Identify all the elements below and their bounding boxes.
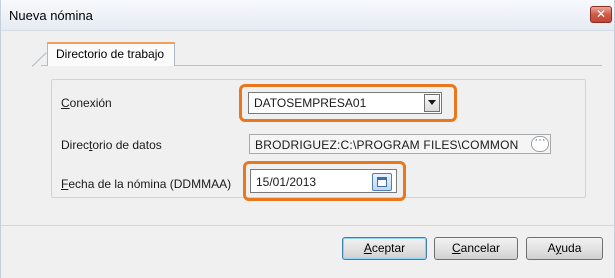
calendar-icon[interactable] <box>372 173 392 191</box>
ellipsis-icon: ··· <box>534 134 546 146</box>
tab-label: Directorio de trabajo <box>56 47 165 61</box>
footer-separator <box>1 225 614 226</box>
payroll-date-label: Fecha de la nómina (DDMMAA) <box>61 177 232 191</box>
data-directory-field[interactable]: BRODRIGUEZ:C:\PROGRAM FILES\COMMON ··· <box>249 134 551 154</box>
connection-value: DATOSEMPRESA01 <box>254 96 367 110</box>
calendar-page <box>377 177 387 187</box>
tab-strip: Directorio de trabajo <box>1 30 614 67</box>
connection-select[interactable]: DATOSEMPRESA01 <box>248 92 442 114</box>
help-button[interactable]: Ayuda <box>526 237 603 260</box>
cancel-button[interactable]: Cancelar <box>434 237 518 260</box>
tab-directorio-de-trabajo[interactable]: Directorio de trabajo <box>47 42 175 66</box>
data-directory-label: Directorio de datos <box>61 138 162 152</box>
payroll-date-value: 15/01/2013 <box>256 175 317 189</box>
close-button[interactable]: ✕ <box>590 6 612 23</box>
dialog-window: Nueva nómina ✕ Directorio de trabajo Con… <box>0 0 615 278</box>
close-icon: ✕ <box>595 7 607 21</box>
accept-button[interactable]: Aceptar <box>342 237 427 260</box>
data-directory-value: BRODRIGUEZ:C:\PROGRAM FILES\COMMON <box>255 138 519 152</box>
payroll-date-input[interactable]: 15/01/2013 <box>250 169 397 193</box>
title-bar: Nueva nómina ✕ <box>1 0 614 31</box>
chevron-down-icon[interactable] <box>424 94 440 112</box>
window-title: Nueva nómina <box>9 8 93 23</box>
tab-panel: Conexión DATOSEMPRESA01 Directorio de da… <box>41 66 607 212</box>
connection-label: Conexión <box>61 96 112 110</box>
browse-button[interactable]: ··· <box>531 134 549 152</box>
